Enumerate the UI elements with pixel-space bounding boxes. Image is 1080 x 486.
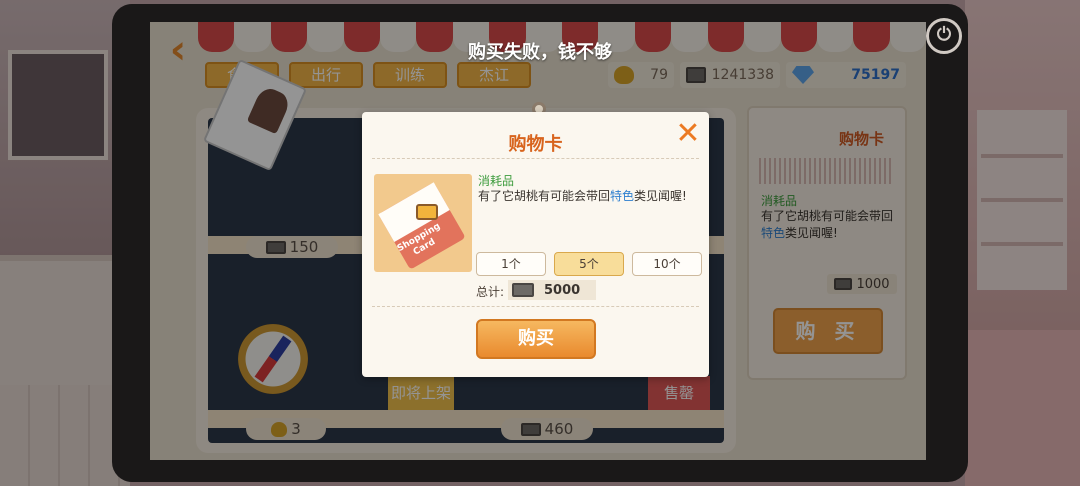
purchase-failed-toast: 购买失败，钱不够: [468, 42, 612, 63]
modal-title: 购物卡: [508, 134, 563, 155]
buy-button[interactable]: 购买: [476, 319, 596, 359]
quantity-1-button[interactable]: 1个: [476, 252, 546, 276]
shopping-card-image: Shopping Card: [374, 174, 472, 272]
total-label: 总计:: [476, 285, 505, 299]
quantity-10-button[interactable]: 10个: [632, 252, 702, 276]
item-category: 消耗品: [478, 174, 515, 188]
power-icon[interactable]: ⏻: [926, 18, 962, 54]
bill-icon: [512, 283, 534, 297]
quantity-options: 1个 5个 10个: [476, 252, 702, 276]
divider: [372, 158, 699, 159]
divider: [372, 306, 699, 307]
total-value: 5000: [508, 280, 596, 300]
quantity-5-button[interactable]: 5个: [554, 252, 624, 276]
purchase-modal: 购物卡 ✕ Shopping Card 消耗品 有了它胡桃有可能会带回特色类见闻…: [362, 112, 709, 377]
close-icon[interactable]: ✕: [674, 119, 702, 149]
item-description: 有了它胡桃有可能会带回特色类见闻喔!: [478, 189, 687, 203]
cart-icon: [416, 204, 438, 220]
